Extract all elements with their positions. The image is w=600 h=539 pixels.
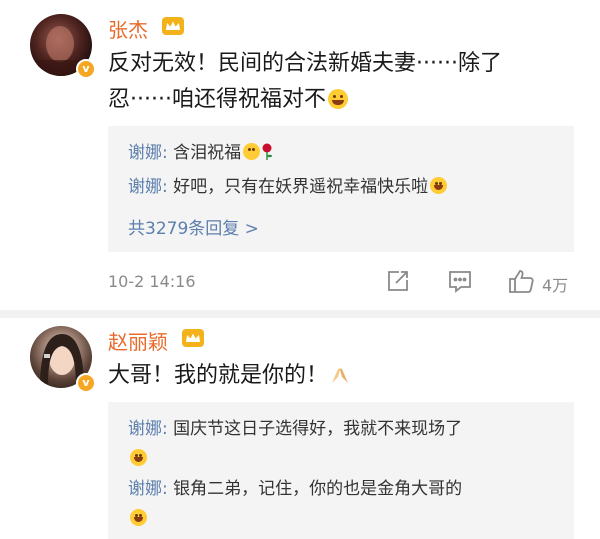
thumbs-up-icon[interactable] [508,268,536,294]
share-icon[interactable] [385,268,411,294]
reply-item: 谢娜: 国庆节这日子选得好，我就不来现场了 [128,419,463,439]
username[interactable]: 赵丽颖 [108,326,168,355]
crying-laugh-emoji-icon [130,449,147,466]
reply-author[interactable]: 谢娜 [128,143,162,163]
comment-icon[interactable] [447,268,473,294]
laugh-emoji-icon [327,89,348,109]
like-count: 4万 [542,276,569,295]
laugh-emoji-icon [430,177,448,194]
timestamp: 10-2 14:16 [108,272,196,291]
tearful-emoji-icon [243,143,261,160]
reply-author[interactable]: 谢娜 [128,177,162,197]
more-replies-link[interactable]: 共3279条回复 > [128,214,259,239]
reply-emoji-line [128,504,558,534]
reply-text: 银角二弟，记住，你的也是金角大哥的 [173,479,463,499]
verified-v-icon: v [76,59,96,79]
crown-icon [182,329,204,347]
reply-box[interactable]: 谢娜: 国庆节这日子选得好，我就不来现场了 谢娜: 银角二弟，记住，你的也是金角… [108,402,574,539]
username[interactable]: 张杰 [108,14,148,43]
praying-hands-icon [332,368,349,383]
crown-icon [162,17,184,35]
reply-text: 国庆节这日子选得好，我就不来现场了 [173,419,463,439]
reply-box[interactable]: 谢娜: 含泪祝福 谢娜: 好吧，只有在妖界遥祝幸福快乐啦 共3279条回复 > [108,126,574,252]
reply-item: 谢娜: 好吧，只有在妖界遥祝幸福快乐啦 [128,172,558,202]
reply-item: 谢娜: 银角二弟，记住，你的也是金角大哥的 [128,479,463,499]
reply-author[interactable]: 谢娜 [128,419,162,439]
comment-item: v 赵丽颖 大哥！我的就是你的！ 谢娜: 国庆节这日子选得好，我就不来现场了 谢… [0,318,600,539]
divider [0,310,600,318]
verified-v-icon: v [76,373,96,393]
comment-text: 大哥！我的就是你的！ [108,358,578,394]
laugh-emoji-icon [130,509,147,526]
reply-item: 谢娜: 含泪祝福 [128,138,558,168]
reply-text: 含泪祝福 [173,143,242,163]
comment-item: v 张杰 反对无效！民间的合法新婚夫妻······除了 忍······咱还得祝福… [0,0,600,310]
reply-emoji-line [128,444,558,474]
rose-icon [262,143,273,160]
comment-text: 反对无效！民间的合法新婚夫妻······除了 忍······咱还得祝福对不 [108,51,502,112]
reply-text: 好吧，只有在妖界遥祝幸福快乐啦 [173,177,429,197]
reply-author[interactable]: 谢娜 [128,479,162,499]
